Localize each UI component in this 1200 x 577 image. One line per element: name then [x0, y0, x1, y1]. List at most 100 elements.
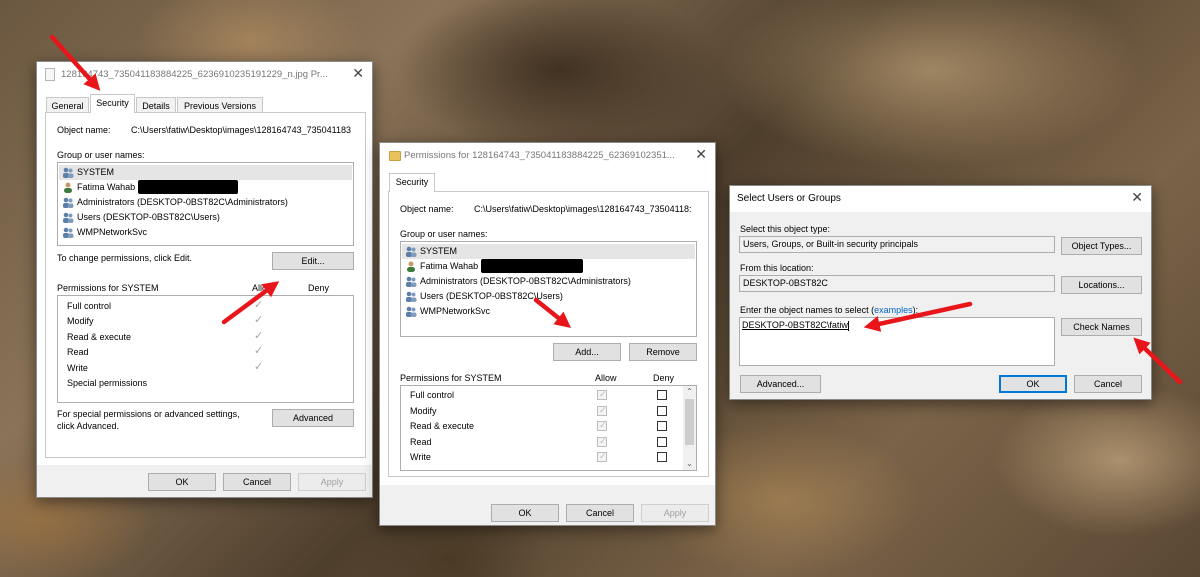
- list-item-users[interactable]: Users (DESKTOP-0BST82C\Users): [402, 289, 695, 304]
- close-icon[interactable]: ✕: [695, 147, 707, 161]
- perm-read-execute: Read & execute: [67, 332, 132, 342]
- tab-general[interactable]: General: [46, 97, 89, 113]
- user-name: SYSTEM: [420, 246, 458, 256]
- special-permissions-text-2: click Advanced.: [57, 421, 120, 431]
- list-item-system[interactable]: SYSTEM: [402, 244, 695, 259]
- permissions-title: Permissions for 128164743_73504118388422…: [404, 150, 675, 161]
- apply-button[interactable]: Apply: [298, 473, 366, 491]
- properties-dialog: 128164743_735041183884225_62369102351912…: [36, 61, 373, 498]
- deny-checkbox[interactable]: [657, 452, 667, 462]
- list-item-system[interactable]: SYSTEM: [59, 165, 352, 180]
- redaction-bar: [481, 259, 583, 273]
- advanced-button[interactable]: Advanced: [272, 409, 354, 427]
- list-item-wmpnetworksvc[interactable]: WMPNetworkSvc: [59, 225, 352, 240]
- deny-checkbox[interactable]: [657, 437, 667, 447]
- user-list[interactable]: SYSTEM Fatima Wahab Administrators (DESK…: [400, 241, 697, 337]
- list-item-administrators[interactable]: Administrators (DESKTOP-0BST82C\Administ…: [59, 195, 352, 210]
- allow-column-header: Allow: [595, 373, 617, 383]
- deny-column-header: Deny: [653, 373, 675, 383]
- allow-checkbox: [597, 436, 607, 447]
- list-item-administrators[interactable]: Administrators (DESKTOP-0BST82C\Administ…: [402, 274, 695, 289]
- close-icon[interactable]: ✕: [1131, 190, 1143, 204]
- permissions-titlebar[interactable]: Permissions for 128164743_73504118388422…: [380, 143, 715, 169]
- allow-checkbox: [597, 420, 607, 431]
- object-name-value: C:\Users\fatiw\Desktop\images\128164743_…: [131, 125, 351, 135]
- deny-checkbox[interactable]: [657, 390, 667, 400]
- select-users-titlebar[interactable]: Select Users or Groups ✕: [730, 186, 1151, 212]
- users-group-icon: [406, 306, 417, 317]
- close-icon[interactable]: ✕: [352, 66, 364, 80]
- tab-details[interactable]: Details: [136, 97, 176, 113]
- chevron-up-icon[interactable]: ⌃: [683, 386, 696, 398]
- tab-security[interactable]: Security: [90, 94, 135, 113]
- cancel-button[interactable]: Cancel: [1074, 375, 1142, 393]
- advanced-button[interactable]: Advanced...: [740, 375, 821, 393]
- redaction-bar: [138, 180, 238, 194]
- ok-button[interactable]: OK: [999, 375, 1067, 393]
- ok-button[interactable]: OK: [491, 504, 559, 522]
- ok-button[interactable]: OK: [148, 473, 216, 491]
- permissions-dialog: Permissions for 128164743_73504118388422…: [379, 142, 716, 526]
- properties-button-bar: OK Cancel Apply: [37, 465, 372, 497]
- perm-modify: Modify: [410, 406, 437, 416]
- edit-button[interactable]: Edit...: [272, 252, 354, 270]
- permissions-scrollbar[interactable]: ⌃ ⌄: [683, 386, 696, 470]
- user-name: Fatima Wahab: [420, 261, 479, 271]
- list-item-users[interactable]: Users (DESKTOP-0BST82C\Users): [59, 210, 352, 225]
- object-names-textarea[interactable]: DESKTOP-0BST82C\fatiw: [739, 317, 1055, 366]
- remove-button[interactable]: Remove: [629, 343, 697, 361]
- object-types-button[interactable]: Object Types...: [1061, 237, 1142, 255]
- tab-security[interactable]: Security: [389, 173, 435, 192]
- permissions-list: Full control Modify Read & execute Read …: [400, 385, 697, 471]
- enter-object-names-label: Enter the object names to select (exampl…: [740, 305, 918, 315]
- cancel-button[interactable]: Cancel: [223, 473, 291, 491]
- properties-titlebar[interactable]: 128164743_735041183884225_62369102351912…: [37, 62, 372, 88]
- properties-title: 128164743_735041183884225_62369102351912…: [61, 69, 328, 80]
- perm-special: Special permissions: [67, 378, 148, 388]
- allow-column-header: Allow: [252, 283, 274, 293]
- check-names-button[interactable]: Check Names: [1061, 318, 1142, 336]
- object-type-label: Select this object type:: [740, 224, 831, 234]
- scrollbar-thumb[interactable]: [685, 399, 694, 445]
- chevron-down-icon[interactable]: ⌄: [683, 458, 696, 470]
- users-group-icon: [406, 276, 417, 287]
- permissions-button-bar: OK Cancel Apply: [380, 485, 715, 525]
- locations-button[interactable]: Locations...: [1061, 276, 1142, 294]
- deny-checkbox[interactable]: [657, 421, 667, 431]
- allow-checkbox: [597, 389, 607, 400]
- user-list[interactable]: SYSTEM Fatima Wahab Administrators (DESK…: [57, 162, 354, 246]
- perm-write: Write: [67, 363, 88, 373]
- user-name: Administrators (DESKTOP-0BST82C\Administ…: [420, 276, 631, 286]
- user-icon: [407, 261, 415, 272]
- allow-check-icon: ✓: [254, 361, 264, 373]
- examples-link[interactable]: examples: [874, 305, 913, 315]
- list-item-wmpnetworksvc[interactable]: WMPNetworkSvc: [402, 304, 695, 319]
- add-button[interactable]: Add...: [553, 343, 621, 361]
- allow-check-icon: ✓: [254, 345, 264, 357]
- users-group-icon: [406, 246, 417, 257]
- group-or-user-names-label: Group or user names:: [57, 150, 145, 160]
- perm-read: Read: [410, 437, 432, 447]
- perm-full-control: Full control: [410, 390, 455, 400]
- special-permissions-text: For special permissions or advanced sett…: [57, 409, 240, 419]
- deny-checkbox[interactable]: [657, 406, 667, 416]
- user-name: Administrators (DESKTOP-0BST82C\Administ…: [77, 197, 288, 207]
- cancel-button[interactable]: Cancel: [566, 504, 634, 522]
- tab-previous-versions[interactable]: Previous Versions: [177, 97, 263, 113]
- apply-button[interactable]: Apply: [641, 504, 709, 522]
- allow-checkbox: [597, 405, 607, 416]
- enter-label-end: ):: [912, 305, 919, 315]
- location-field: DESKTOP-0BST82C: [739, 275, 1055, 292]
- perm-write: Write: [410, 452, 431, 462]
- file-icon: [45, 68, 55, 81]
- users-group-icon: [406, 291, 417, 302]
- permissions-panel: Object name: C:\Users\fatiw\Desktop\imag…: [388, 191, 709, 477]
- enter-label-text: Enter the object names to select (: [740, 305, 875, 315]
- allow-check-icon: ✓: [254, 314, 264, 326]
- permissions-for-label: Permissions for SYSTEM: [57, 283, 159, 293]
- user-name: Fatima Wahab: [77, 182, 136, 192]
- select-users-title: Select Users or Groups: [737, 193, 841, 204]
- folder-icon: [389, 151, 401, 161]
- perm-read: Read: [67, 347, 89, 357]
- user-icon: [64, 182, 72, 193]
